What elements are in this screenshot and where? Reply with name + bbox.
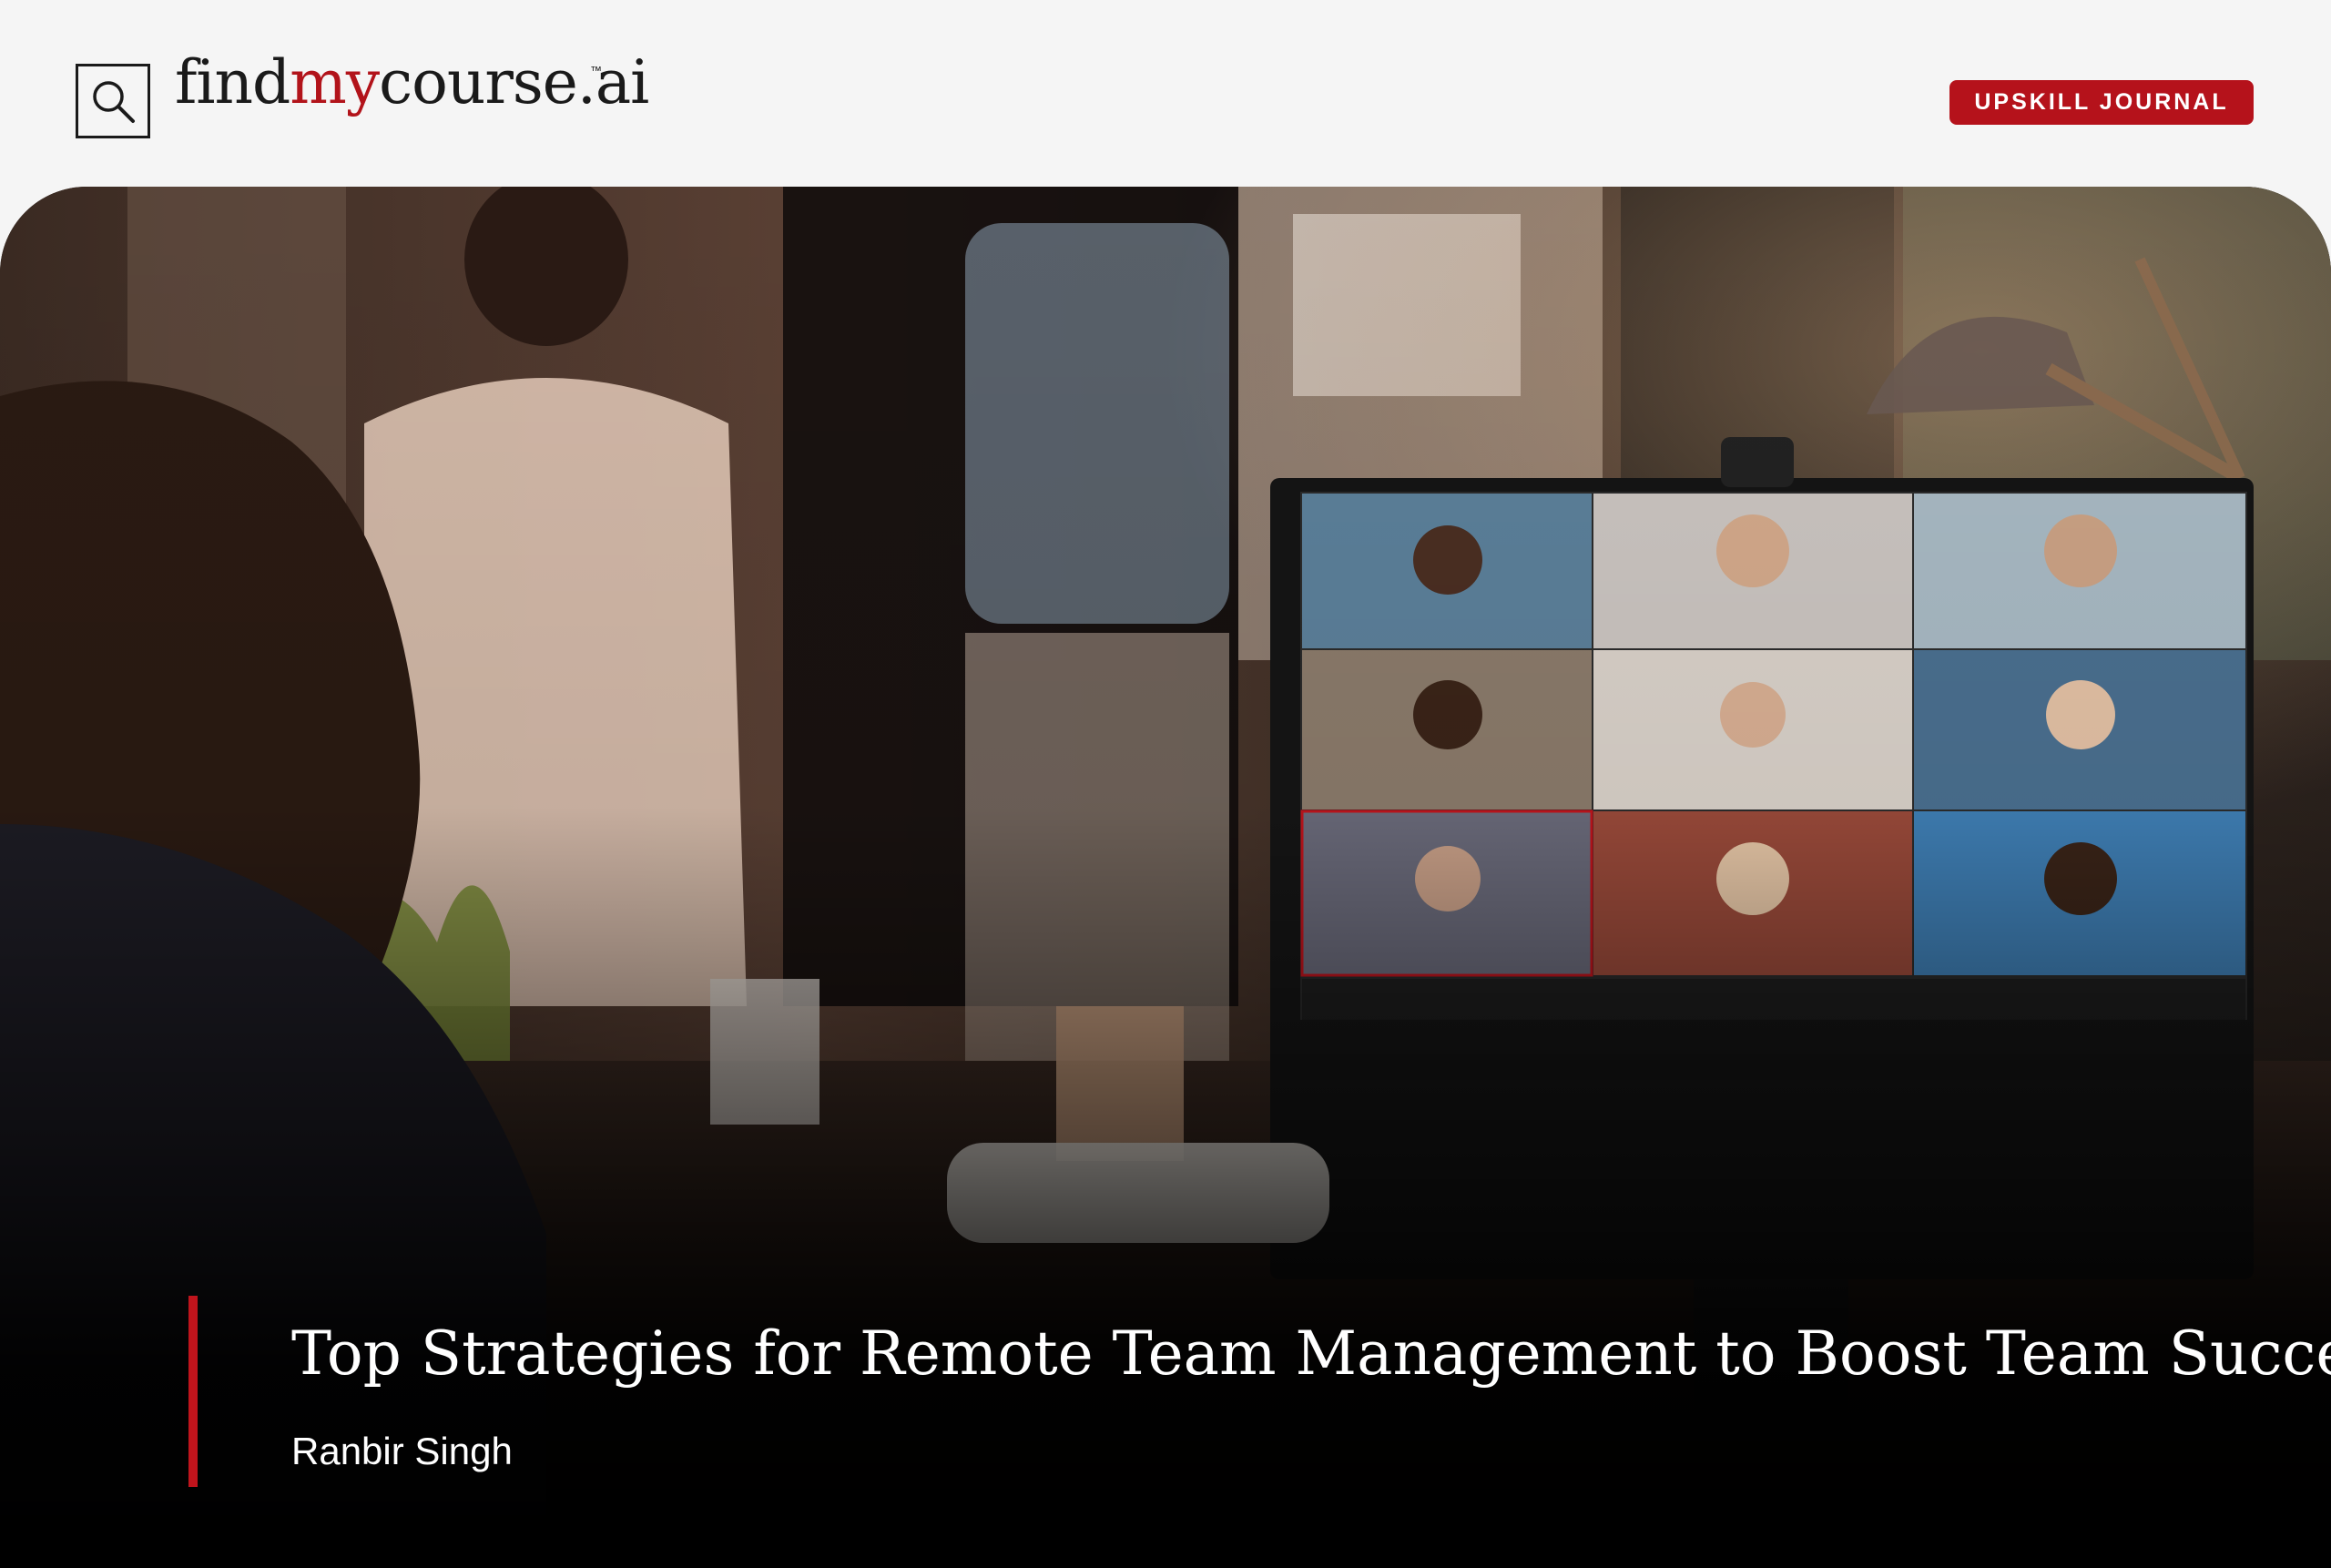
hero-image: Top Strategies for Remote Team Managemen… bbox=[0, 187, 2331, 1568]
logo-accent: my bbox=[290, 47, 380, 117]
article-author[interactable]: Ranbir Singh bbox=[291, 1430, 513, 1473]
search-icon[interactable] bbox=[76, 64, 150, 138]
article-title: Top Strategies for Remote Team Managemen… bbox=[291, 1319, 2331, 1389]
logo-wordmark[interactable]: findmycourse.ai bbox=[175, 53, 649, 113]
logo-suffix: course.ai bbox=[379, 47, 649, 117]
site-header: findmycourse.ai ™ UPSKILL JOURNAL bbox=[0, 0, 2331, 187]
title-accent-bar bbox=[188, 1296, 198, 1487]
logo-prefix: find bbox=[175, 47, 290, 117]
logo-trademark: ™ bbox=[590, 64, 602, 77]
upskill-journal-badge[interactable]: UPSKILL JOURNAL bbox=[1949, 80, 2254, 125]
